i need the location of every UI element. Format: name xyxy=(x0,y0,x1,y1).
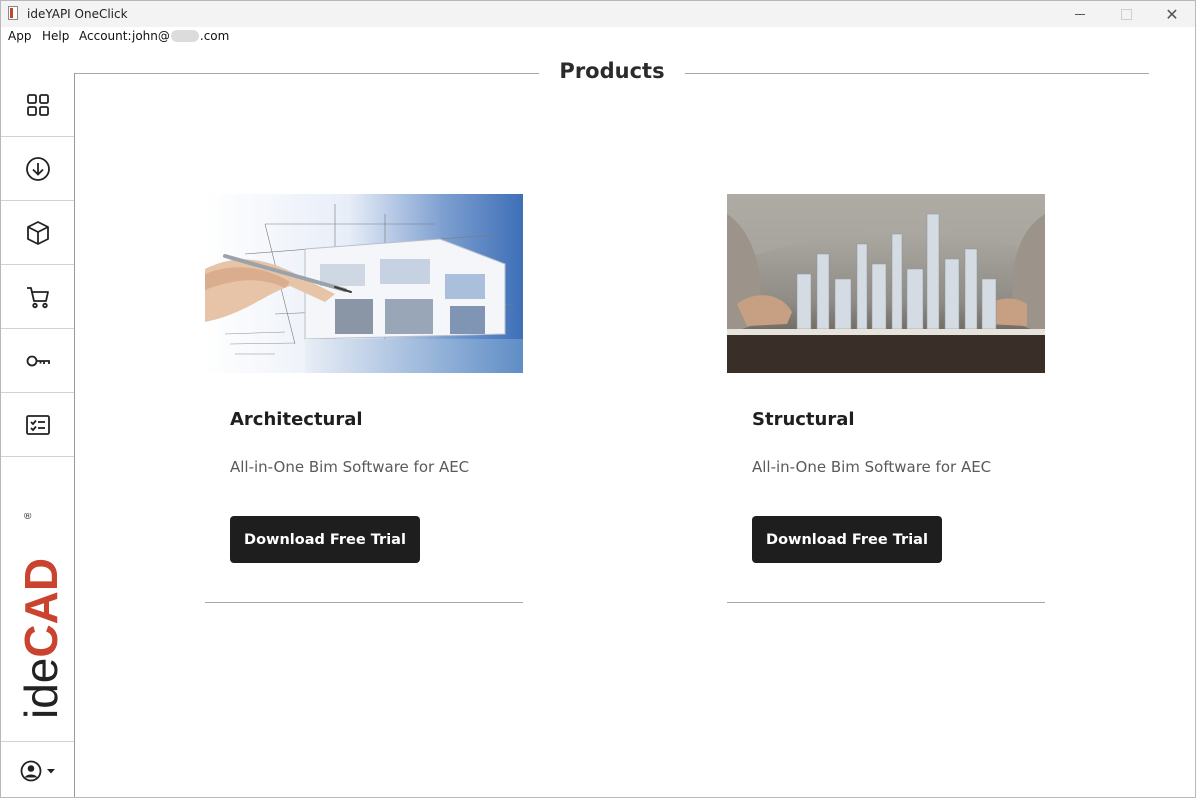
title-bar: ideYAPI OneClick ✕ xyxy=(1,1,1195,27)
menu-app[interactable]: App xyxy=(8,29,31,43)
download-icon xyxy=(25,156,50,181)
sidebar: ideCAD ® xyxy=(1,73,75,797)
redacted-blur xyxy=(170,30,199,42)
account-email-start: john@ xyxy=(132,29,170,43)
close-icon: ✕ xyxy=(1165,4,1179,24)
architectural-image xyxy=(205,194,523,373)
sidebar-item-store[interactable] xyxy=(1,265,74,329)
grid-icon xyxy=(26,93,49,116)
structural-image xyxy=(727,194,1045,373)
download-free-trial-button-structural[interactable]: Download Free Trial xyxy=(752,516,942,563)
maximize-button[interactable] xyxy=(1103,1,1149,27)
product-card-architectural: Architectural All-in-One Bim Software fo… xyxy=(205,194,523,604)
brand-bold: CAD xyxy=(15,558,65,658)
title-divider-right xyxy=(685,73,1149,74)
menu-account[interactable]: Account: xyxy=(79,29,132,43)
account-email: john@ .com xyxy=(132,29,229,43)
close-button[interactable]: ✕ xyxy=(1149,1,1195,27)
sidebar-item-downloads[interactable] xyxy=(1,137,74,201)
download-free-trial-button-architectural[interactable]: Download Free Trial xyxy=(230,516,420,563)
sidebar-item-products[interactable] xyxy=(1,201,74,265)
sidebar-item-licenses[interactable] xyxy=(1,329,74,393)
maximize-icon xyxy=(1120,8,1132,20)
account-email-end: .com xyxy=(199,29,230,43)
caret-down-icon xyxy=(46,769,55,774)
sidebar-item-tasks[interactable] xyxy=(1,393,74,457)
menu-bar: App Help Account: john@ .com xyxy=(1,27,1195,47)
product-description: All-in-One Bim Software for AEC xyxy=(230,458,470,476)
card-divider xyxy=(727,602,1045,603)
idecad-logo: ideCAD ® xyxy=(15,513,65,719)
page-title: Products xyxy=(559,59,665,83)
brand-light: ide xyxy=(15,658,65,719)
registered-mark: ® xyxy=(24,513,32,522)
card-divider xyxy=(205,602,523,603)
main-content: Products Architectural All-in-One Bim So… xyxy=(75,47,1195,797)
product-description: All-in-One Bim Software for AEC xyxy=(752,458,992,476)
product-title: Structural xyxy=(752,409,855,430)
brand-text: ideCAD xyxy=(15,558,65,719)
sidebar-item-dashboard[interactable] xyxy=(1,73,74,137)
user-avatar-icon xyxy=(20,760,41,782)
minimize-icon xyxy=(1075,13,1085,15)
cube-icon xyxy=(26,220,49,245)
window-title: ideYAPI OneClick xyxy=(27,7,128,21)
key-icon xyxy=(26,355,50,366)
product-card-structural: Structural All-in-One Bim Software for A… xyxy=(727,194,1045,604)
product-title: Architectural xyxy=(230,409,363,430)
checklist-icon xyxy=(25,414,50,435)
cart-icon xyxy=(26,286,49,308)
minimize-button[interactable] xyxy=(1057,1,1103,27)
app-window: ideYAPI OneClick ✕ App Help Account: joh… xyxy=(0,0,1196,798)
account-menu-button[interactable] xyxy=(1,741,74,797)
app-icon xyxy=(8,6,18,20)
title-divider-left xyxy=(75,73,539,74)
menu-help[interactable]: Help xyxy=(42,29,69,43)
